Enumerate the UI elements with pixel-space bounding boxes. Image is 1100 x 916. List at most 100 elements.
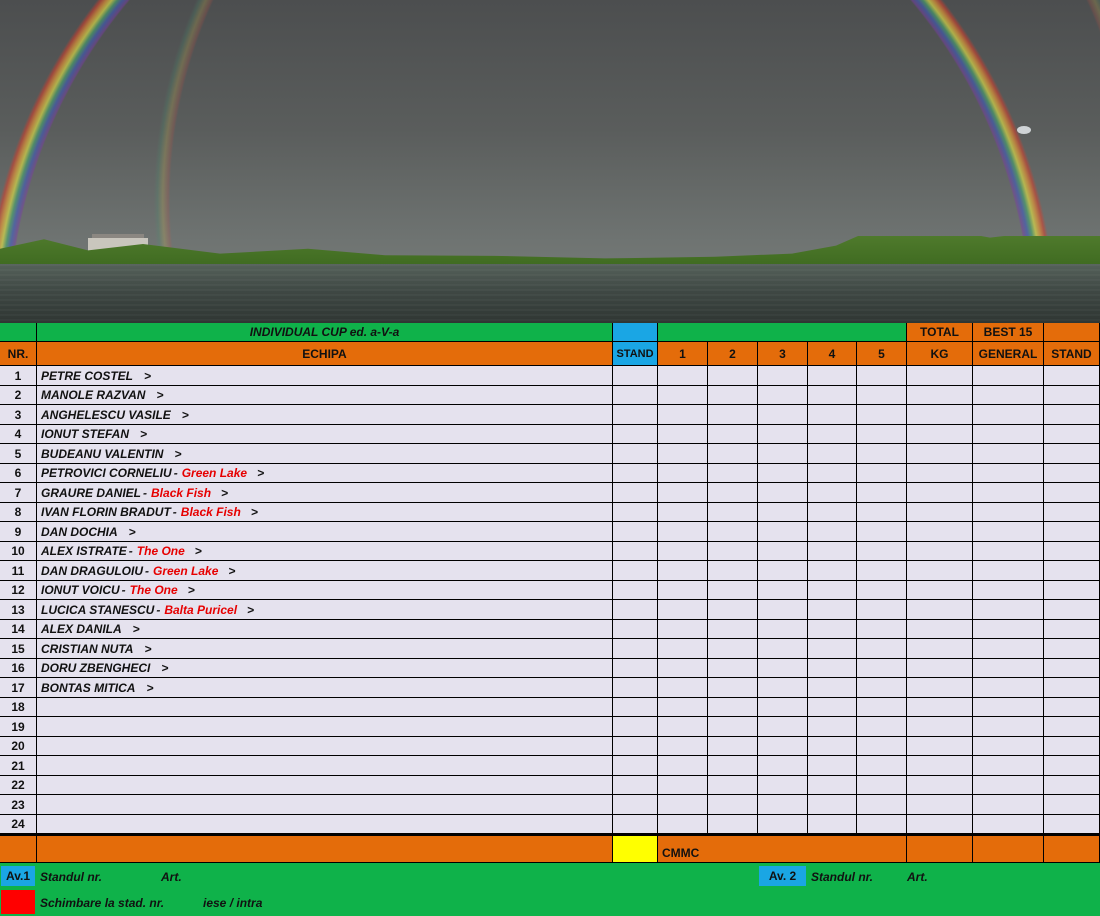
- stand-final-cell[interactable]: [1044, 366, 1100, 386]
- manche-2-cell[interactable]: [708, 542, 758, 561]
- total-kg-cell[interactable]: [907, 776, 973, 795]
- stand-final-cell[interactable]: [1044, 737, 1100, 756]
- manche-2-cell[interactable]: [708, 620, 758, 639]
- stand-cell[interactable]: [613, 795, 658, 815]
- manche-2-cell[interactable]: [708, 756, 758, 776]
- best-general-cell[interactable]: [973, 620, 1044, 639]
- stand-cell[interactable]: [613, 464, 658, 483]
- manche-2-cell[interactable]: [708, 815, 758, 834]
- manche-5-cell[interactable]: [857, 717, 907, 737]
- header-nr-top[interactable]: [0, 323, 37, 342]
- manche-1-cell[interactable]: [658, 542, 708, 561]
- manche-5-cell[interactable]: [857, 483, 907, 503]
- manche-1-cell[interactable]: [658, 756, 708, 776]
- manche-3-cell[interactable]: [758, 756, 808, 776]
- competitor-cell[interactable]: ALEX DANILA >: [37, 620, 613, 639]
- stand-cell[interactable]: [613, 561, 658, 581]
- best-general-cell[interactable]: [973, 503, 1044, 522]
- total-kg-cell[interactable]: [907, 795, 973, 815]
- header-stand-final-top[interactable]: [1044, 323, 1100, 342]
- manche-3-cell[interactable]: [758, 386, 808, 405]
- manche-4-cell[interactable]: [808, 464, 857, 483]
- best-general-cell[interactable]: [973, 678, 1044, 698]
- manche-5-cell[interactable]: [857, 756, 907, 776]
- manche-1-cell[interactable]: [658, 386, 708, 405]
- stand-final-cell[interactable]: [1044, 522, 1100, 542]
- manche-2-cell[interactable]: [708, 425, 758, 444]
- competitor-cell[interactable]: [37, 756, 613, 776]
- best-general-cell[interactable]: [973, 425, 1044, 444]
- best-general-cell[interactable]: [973, 698, 1044, 717]
- manche-4-cell[interactable]: [808, 386, 857, 405]
- total-kg-cell[interactable]: [907, 444, 973, 464]
- manche-3-cell[interactable]: [758, 483, 808, 503]
- best-general-cell[interactable]: [973, 561, 1044, 581]
- total-kg-cell[interactable]: [907, 756, 973, 776]
- manche-3-cell[interactable]: [758, 366, 808, 386]
- stand-final-cell[interactable]: [1044, 717, 1100, 737]
- best-general-cell[interactable]: [973, 717, 1044, 737]
- best-general-cell[interactable]: [973, 522, 1044, 542]
- manche-3-cell[interactable]: [758, 425, 808, 444]
- manche-1-cell[interactable]: [658, 483, 708, 503]
- manche-2-cell[interactable]: [708, 561, 758, 581]
- stand-cell[interactable]: [613, 776, 658, 795]
- competitor-cell[interactable]: [37, 776, 613, 795]
- stand-final-cell[interactable]: [1044, 639, 1100, 659]
- total-kg-cell[interactable]: [907, 620, 973, 639]
- manche-2-cell[interactable]: [708, 659, 758, 678]
- competitor-cell[interactable]: [37, 737, 613, 756]
- manche-3-cell[interactable]: [758, 717, 808, 737]
- manche-2-cell[interactable]: [708, 776, 758, 795]
- stand-final-cell[interactable]: [1044, 561, 1100, 581]
- manche-1-cell[interactable]: [658, 366, 708, 386]
- stand-final-cell[interactable]: [1044, 464, 1100, 483]
- manche-2-cell[interactable]: [708, 405, 758, 425]
- manche-3-cell[interactable]: [758, 698, 808, 717]
- manche-4-cell[interactable]: [808, 678, 857, 698]
- manche-1-cell[interactable]: [658, 425, 708, 444]
- stand-cell[interactable]: [613, 639, 658, 659]
- manche-4-cell[interactable]: [808, 425, 857, 444]
- manche-3-cell[interactable]: [758, 795, 808, 815]
- manche-2-cell[interactable]: [708, 698, 758, 717]
- manche-4-cell[interactable]: [808, 659, 857, 678]
- manche-3-cell[interactable]: [758, 444, 808, 464]
- stand-final-cell[interactable]: [1044, 698, 1100, 717]
- total-kg-cell[interactable]: [907, 503, 973, 522]
- total-kg-cell[interactable]: [907, 678, 973, 698]
- manche-3-cell[interactable]: [758, 561, 808, 581]
- cmmc-marker-cell[interactable]: [613, 836, 658, 863]
- manche-4-cell[interactable]: [808, 581, 857, 600]
- manche-3-cell[interactable]: [758, 405, 808, 425]
- best-general-cell[interactable]: [973, 639, 1044, 659]
- manche-3-cell[interactable]: [758, 600, 808, 620]
- manche-5-cell[interactable]: [857, 737, 907, 756]
- stand-cell[interactable]: [613, 756, 658, 776]
- footer-echipa[interactable]: [37, 836, 613, 863]
- manche-1-cell[interactable]: [658, 639, 708, 659]
- footer-best[interactable]: [973, 836, 1044, 863]
- stand-final-cell[interactable]: [1044, 405, 1100, 425]
- manche-5-cell[interactable]: [857, 542, 907, 561]
- stand-cell[interactable]: [613, 425, 658, 444]
- stand-final-cell[interactable]: [1044, 425, 1100, 444]
- manche-4-cell[interactable]: [808, 639, 857, 659]
- best-general-cell[interactable]: [973, 366, 1044, 386]
- stand-cell[interactable]: [613, 659, 658, 678]
- manche-4-cell[interactable]: [808, 776, 857, 795]
- manche-3-cell[interactable]: [758, 659, 808, 678]
- total-kg-cell[interactable]: [907, 542, 973, 561]
- manche-2-cell[interactable]: [708, 503, 758, 522]
- manche-1-cell[interactable]: [658, 737, 708, 756]
- competitor-cell[interactable]: GRAURE DANIEL - Black Fish >: [37, 483, 613, 503]
- manche-5-cell[interactable]: [857, 678, 907, 698]
- manche-5-cell[interactable]: [857, 815, 907, 834]
- competitor-cell[interactable]: CRISTIAN NUTA >: [37, 639, 613, 659]
- manche-2-cell[interactable]: [708, 444, 758, 464]
- manche-1-cell[interactable]: [658, 620, 708, 639]
- total-kg-cell[interactable]: [907, 366, 973, 386]
- manche-1-cell[interactable]: [658, 561, 708, 581]
- manche-2-cell[interactable]: [708, 678, 758, 698]
- stand-cell[interactable]: [613, 522, 658, 542]
